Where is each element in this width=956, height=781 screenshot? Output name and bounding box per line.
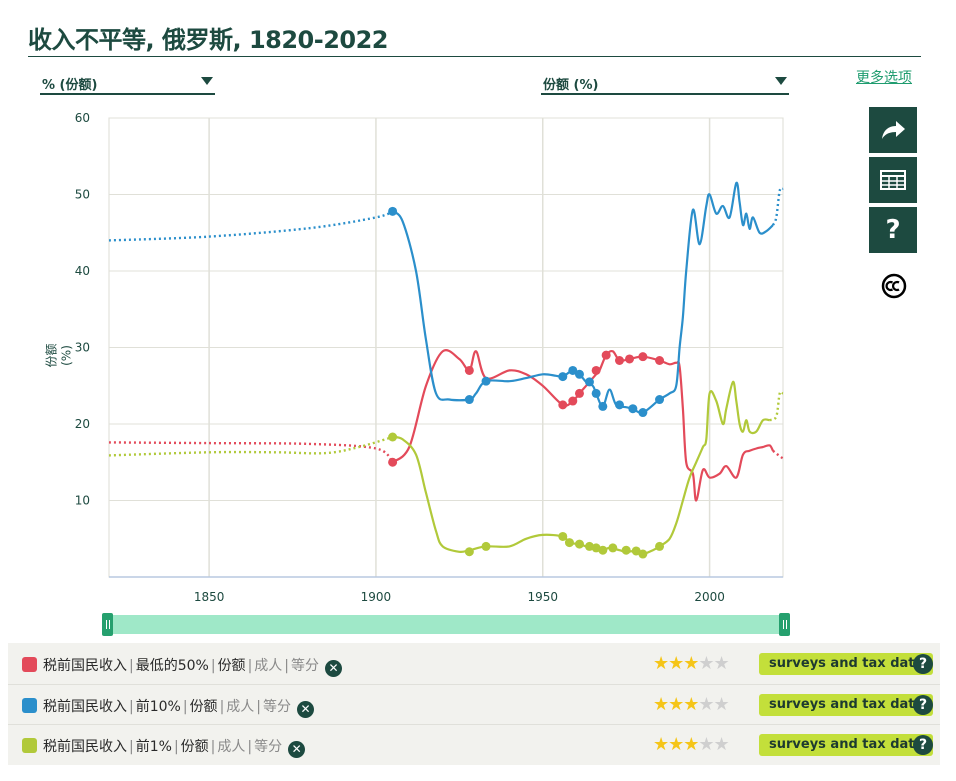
data-point [628, 404, 638, 414]
data-point [388, 432, 398, 442]
remove-series-icon[interactable]: ✕ [297, 701, 314, 718]
legend-label: 税前国民收入 | 前10% | 份额 | 成人 | 等分 ✕ [43, 696, 314, 718]
indicator-name: 税前国民收入 [43, 658, 127, 674]
group-name: 前10% [135, 699, 181, 715]
data-point [574, 388, 584, 398]
data-point [638, 549, 648, 559]
group-name: 最低的50% [135, 658, 209, 674]
indicator-name: 税前国民收入 [43, 739, 127, 755]
population-name: 成人 [226, 699, 255, 715]
series-swatch [22, 698, 37, 713]
source-badge[interactable]: surveys and tax data [759, 694, 934, 716]
series-swatch [22, 657, 37, 672]
line-chart: 10 20 30 40 50 60 1850 1900 1950 2000 [75, 111, 784, 604]
unit-name: 等分 [254, 739, 283, 755]
slider-handle-start[interactable] [102, 613, 113, 636]
y-tick-label: 10 [75, 494, 90, 508]
x-tick-label: 2000 [694, 590, 725, 604]
help-icon[interactable]: ? [913, 735, 933, 755]
y-tick-label: 60 [75, 111, 90, 125]
x-tick-label: 1850 [194, 590, 225, 604]
star-icon: ★★ [698, 653, 729, 674]
data-point [601, 350, 611, 360]
data-point [558, 400, 568, 410]
data-point [615, 400, 625, 410]
data-point [388, 457, 398, 467]
remove-series-icon[interactable]: ✕ [288, 741, 306, 758]
source-badge[interactable]: surveys and tax data [759, 734, 934, 756]
help-icon[interactable]: ? [913, 695, 933, 715]
data-point [564, 538, 574, 548]
data-point [558, 372, 568, 382]
data-point [655, 541, 665, 551]
legend-row-top1: 税前国民收入 | 前1% | 份额 | 成人 | 等分 ✕ ★★★★★ surveys and t… [8, 724, 940, 765]
quality-rating: ★★★★★ [653, 734, 730, 755]
help-icon[interactable]: ? [913, 654, 933, 674]
star-icon: ★★★ [653, 734, 699, 755]
x-tick-label: 1900 [361, 590, 392, 604]
star-icon: ★★ [698, 734, 729, 755]
source-badge[interactable]: surveys and tax data [759, 653, 934, 675]
unit-name: 等分 [263, 699, 291, 715]
legend-label: 税前国民收入 | 最低的50% | 份额 | 成人 | 等分 ✕ [43, 655, 342, 677]
x-tick-label: 1950 [527, 590, 558, 604]
population-name: 成人 [254, 658, 283, 674]
quality-rating: ★★★★★ [653, 653, 730, 674]
indicator-name: 税前国民收入 [43, 699, 127, 715]
y-tick-label: 50 [75, 188, 90, 202]
data-point [481, 376, 491, 386]
star-icon: ★★ [698, 694, 729, 715]
legend-row-top10: 税前国民收入 | 前10% | 份额 | 成人 | 等分 ✕ ★★★★★ surveys and … [8, 684, 940, 725]
data-point [558, 531, 568, 541]
data-point [574, 539, 584, 549]
data-point [481, 541, 491, 551]
data-point [655, 356, 665, 366]
data-point [608, 543, 618, 553]
data-point [655, 395, 665, 405]
group-name: 前1% [135, 739, 172, 755]
y-tick-label: 30 [75, 341, 90, 355]
star-icon: ★★★ [653, 653, 699, 674]
data-point [598, 545, 608, 555]
data-point [598, 401, 608, 411]
data-point [464, 365, 474, 375]
data-point [591, 388, 601, 398]
star-icon: ★★★ [653, 694, 699, 715]
y-tick-label: 20 [75, 417, 90, 431]
unit-name: 等分 [291, 658, 319, 674]
population-name: 成人 [217, 739, 246, 755]
data-point [574, 369, 584, 379]
measure-name: 份额 [180, 739, 209, 755]
quality-rating: ★★★★★ [653, 694, 730, 715]
y-tick-label: 40 [75, 264, 90, 278]
data-point [638, 408, 648, 418]
data-point [638, 352, 648, 362]
legend-row-bottom50: 税前国民收入 | 最低的50% | 份额 | 成人 | 等分 ✕ ★★★★★ surveys an… [8, 644, 940, 684]
remove-series-icon[interactable]: ✕ [325, 660, 342, 677]
time-range-slider[interactable] [102, 615, 790, 634]
series-legend: 税前国民收入 | 最低的50% | 份额 | 成人 | 等分 ✕ ★★★★★ surveys an… [8, 643, 940, 765]
series-swatch [22, 738, 37, 753]
data-point [464, 395, 474, 405]
data-point [388, 206, 398, 216]
data-point [625, 354, 635, 364]
data-point [591, 365, 601, 375]
data-point [464, 547, 474, 557]
legend-label: 税前国民收入 | 前1% | 份额 | 成人 | 等分 ✕ [43, 736, 306, 758]
data-point [621, 545, 631, 555]
data-point [615, 356, 625, 366]
data-point [584, 377, 594, 387]
y-axis-title: 份额(%) [44, 343, 74, 368]
measure-name: 份额 [217, 658, 246, 674]
slider-handle-end[interactable] [779, 613, 790, 636]
data-point [568, 396, 578, 406]
measure-name: 份额 [189, 699, 218, 715]
